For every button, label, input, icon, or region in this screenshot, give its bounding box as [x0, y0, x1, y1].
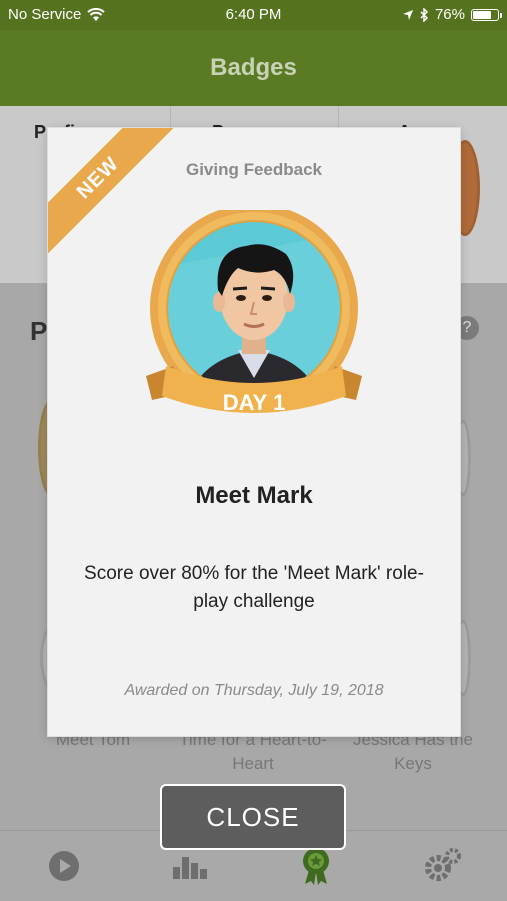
badge-day-label: DAY 1 — [222, 390, 286, 415]
badge-name: Meet Mark — [195, 482, 313, 509]
awarded-date: Awarded on Thursday, July 19, 2018 — [124, 682, 384, 699]
badge-detail-modal: NEW Giving Feedback DAY 1 Meet Mark Scor… — [48, 128, 460, 736]
badge-description: Score over 80% for the 'Meet Mark' role-… — [84, 563, 424, 612]
close-button[interactable]: CLOSE — [160, 784, 346, 850]
badge-category: Giving Feedback — [185, 160, 323, 179]
badge-medal: DAY 1 — [146, 204, 362, 430]
